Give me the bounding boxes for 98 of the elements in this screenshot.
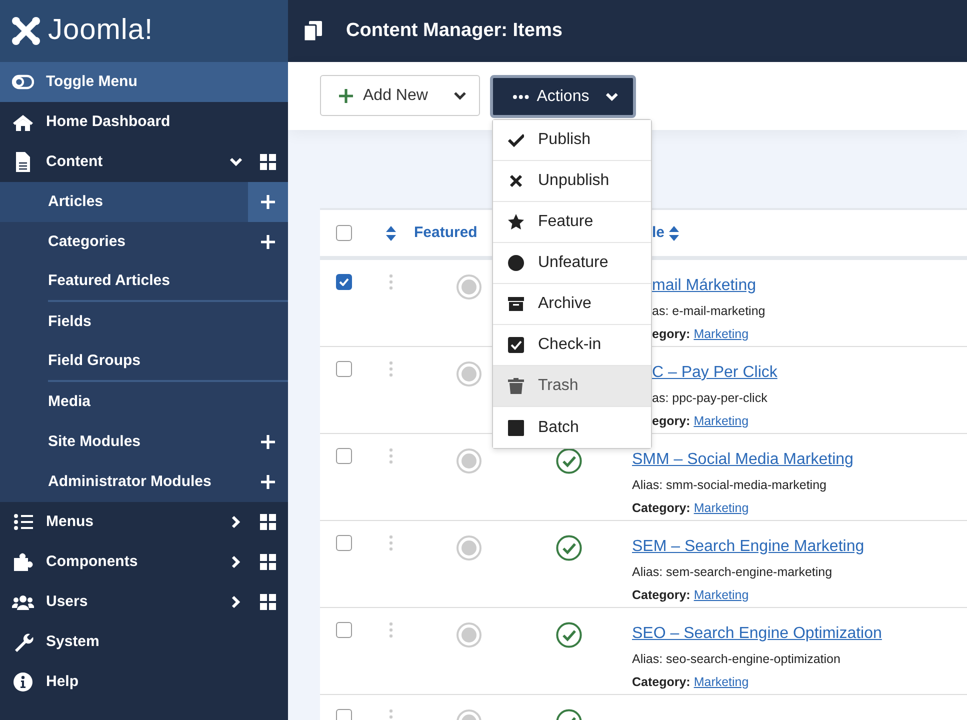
checkbox[interactable] [336, 622, 352, 638]
category-label: Category: [632, 500, 692, 515]
archive-icon [508, 296, 524, 312]
dashboard-icon [260, 594, 276, 610]
article-title-link[interactable]: SEO – Search Engine Optimization [632, 625, 882, 642]
home-icon [12, 112, 34, 132]
checkbox[interactable] [336, 274, 352, 290]
users-icon [12, 594, 34, 610]
list-icon [12, 513, 34, 531]
copy-icon [304, 21, 322, 41]
submenu-item[interactable]: Articles [0, 182, 288, 222]
puzzle-icon [12, 552, 34, 572]
drag-handle-icon [389, 535, 393, 551]
article-title-link[interactable]: SMM – Social Media Marketing [632, 451, 854, 468]
dashboard-icon [260, 154, 276, 170]
ellipsis-icon [513, 94, 529, 98]
menu-item[interactable]: Batch [493, 407, 651, 448]
drag-handle-icon [389, 274, 393, 290]
checkbox[interactable] [336, 448, 352, 464]
article-title-link[interactable]: C – Pay Per Click [652, 364, 778, 381]
plus-icon [261, 475, 275, 489]
sidebar-item[interactable]: System [0, 622, 288, 662]
sidebar-item[interactable]: Components [0, 542, 288, 582]
plus-icon [261, 235, 275, 249]
article-title-link[interactable]: SEM – Search Engine Marketing [632, 538, 864, 555]
sidebar-item[interactable]: Menus [0, 502, 288, 542]
category-link[interactable]: Marketing [694, 500, 749, 515]
category-label: Category: [632, 674, 692, 689]
category-link[interactable]: Marketing [694, 414, 749, 428]
menu-item[interactable]: Check-in [493, 325, 651, 366]
category-label: egory: [652, 414, 692, 428]
checkbox[interactable] [336, 361, 352, 377]
chevron-right-icon [231, 515, 241, 529]
sidebar-item[interactable]: Help [0, 662, 288, 702]
chevron-right-icon [231, 595, 241, 609]
logo-text: Joomla! [48, 13, 154, 48]
square-icon [508, 420, 524, 436]
trash-icon [508, 378, 524, 394]
plus-icon [339, 88, 353, 102]
alias-text: as: ppc-pay-per-click [652, 390, 768, 407]
column-header[interactable]: le [652, 222, 665, 244]
close-icon [508, 173, 524, 189]
alias-text: Alias: sem-search-engine-marketing [632, 564, 834, 581]
chevron-down-icon [453, 90, 467, 100]
submenu-item[interactable]: Categories [0, 222, 288, 262]
submenu-item[interactable]: Administrator Modules [0, 462, 288, 502]
select-all-checkbox[interactable] [336, 225, 352, 241]
column-header[interactable]: Featured [414, 224, 478, 241]
chevron-down-icon [229, 157, 243, 167]
drag-handle-icon [389, 622, 393, 638]
sidebar-item[interactable]: Content [0, 142, 288, 182]
menu-item[interactable]: Unpublish [493, 161, 651, 202]
chevron-right-icon [231, 555, 241, 569]
submenu-item[interactable]: Media [0, 382, 288, 422]
sort-icon [386, 226, 396, 240]
circle-icon [508, 255, 524, 271]
add-new-button[interactable]: Add New [320, 75, 480, 116]
sidebar-item[interactable]: Users [0, 582, 288, 622]
logo-icon [10, 15, 42, 47]
menu-item[interactable]: Unfeature [493, 243, 651, 284]
menu-item[interactable]: Feature [493, 202, 651, 243]
check-icon [339, 278, 349, 286]
checkbox[interactable] [336, 535, 352, 551]
category-link[interactable]: Marketing [694, 588, 749, 602]
submenu-item[interactable]: Field Groups [48, 342, 288, 382]
alias-text: Alias: smm-social-media-marketing [632, 477, 828, 494]
category-link[interactable]: Marketing [694, 326, 749, 341]
menu-item[interactable]: Publish [493, 120, 651, 161]
checkbox-icon [508, 337, 524, 353]
toggle-icon [12, 73, 34, 91]
category-label: egory: [652, 326, 692, 341]
toggle-menu-button[interactable]: Toggle Menu [0, 62, 288, 102]
dashboard-icon [260, 514, 276, 530]
alias-text: Alias: seo-search-engine-optimization [632, 651, 842, 668]
alias-text: as: e-mail-marketing [652, 303, 766, 320]
submenu-item[interactable]: Fields [0, 302, 288, 342]
article-title-link[interactable]: mail Márketing [652, 277, 756, 294]
submenu-item[interactable]: Featured Articles [48, 262, 288, 302]
submenu-item[interactable]: Site Modules [0, 422, 288, 462]
sidebar-item[interactable]: Home Dashboard [0, 102, 288, 142]
plus-icon [261, 435, 275, 449]
dashboard-icon [260, 554, 276, 570]
menu-item[interactable]: Archive [493, 284, 651, 325]
menu-item[interactable]: Trash [493, 366, 651, 407]
star-icon [508, 214, 524, 230]
drag-handle-icon [389, 361, 393, 377]
file-icon [14, 152, 32, 172]
category-link[interactable]: Marketing [694, 674, 749, 689]
chevron-down-icon [605, 92, 619, 102]
actions-button[interactable]: Actions [490, 75, 636, 118]
info-icon [13, 672, 33, 692]
wrench-icon [12, 632, 34, 652]
category-label: Category: [632, 588, 692, 602]
page-title: Content Manager: Items [346, 18, 562, 43]
check-icon [508, 132, 524, 148]
drag-handle-icon [389, 448, 393, 464]
plus-icon [261, 195, 275, 209]
sort-icon [668, 226, 679, 240]
